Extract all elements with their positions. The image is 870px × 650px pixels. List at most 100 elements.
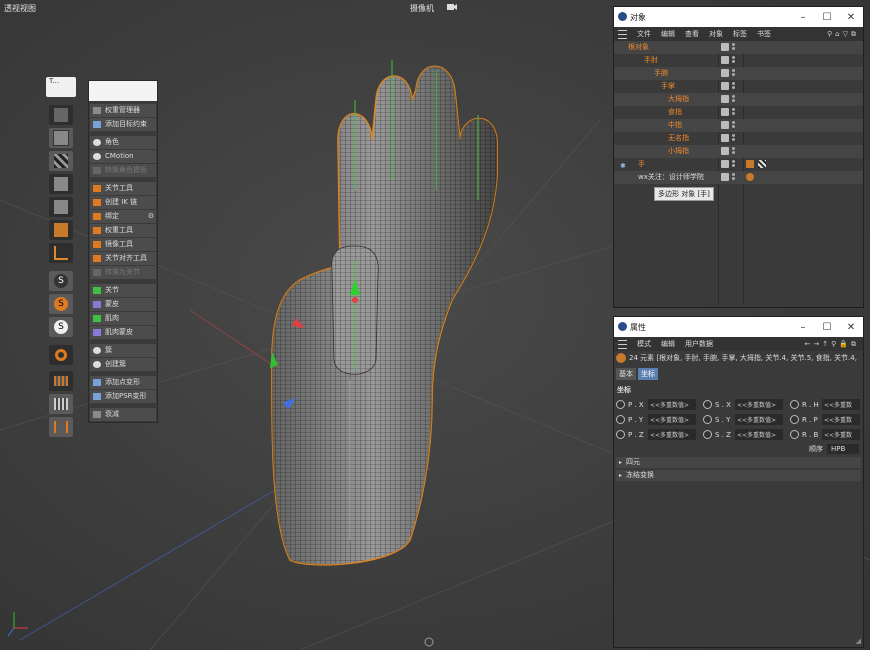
radio-button[interactable] — [616, 400, 625, 409]
visibility-dots-icon[interactable] — [732, 56, 735, 65]
section-quaternion[interactable]: 四元 — [616, 457, 861, 468]
check-icon[interactable] — [721, 134, 729, 142]
menu-item-joint-align[interactable]: 关节对齐工具 — [90, 252, 156, 265]
coord-field[interactable]: <<多重数 — [822, 429, 860, 440]
check-icon[interactable] — [721, 147, 729, 155]
s-button-3[interactable]: S — [49, 317, 73, 337]
filter-icon[interactable]: ▽ — [843, 30, 851, 38]
visibility-dots-icon[interactable] — [732, 82, 735, 91]
radio-button[interactable] — [703, 400, 712, 409]
menu-item-cluster[interactable]: 簇 — [90, 344, 156, 357]
tree-row[interactable]: 小拇指 — [614, 145, 863, 158]
menu-item-psr-morph[interactable]: 添加PSR变形 — [90, 390, 156, 403]
menu-item-bind[interactable]: 绑定 ⚙ — [90, 210, 156, 223]
visibility-dots-icon[interactable] — [732, 69, 735, 78]
object-name[interactable]: 小拇指 — [668, 145, 689, 158]
tree-row[interactable]: 无名指 — [614, 132, 863, 145]
home-icon[interactable]: ⌂ — [835, 30, 842, 38]
menu-item-character[interactable]: 角色 — [90, 136, 156, 149]
minimize-button[interactable]: – — [791, 322, 815, 333]
new-window-icon[interactable]: ⧉ — [851, 30, 859, 38]
radio-button[interactable] — [790, 400, 799, 409]
radio-button[interactable] — [703, 415, 712, 424]
joint-tool-button[interactable] — [49, 105, 73, 125]
check-icon[interactable] — [721, 82, 729, 90]
coord-field[interactable]: <<多重数 — [822, 399, 860, 410]
visibility-dots-icon[interactable] — [732, 108, 735, 117]
check-icon[interactable] — [721, 173, 729, 181]
toolbar-icons[interactable]: ⚲⌂▽⧉ — [827, 30, 859, 39]
check-icon[interactable] — [721, 56, 729, 64]
close-button[interactable]: ✕ — [839, 12, 863, 23]
maximize-button[interactable]: ☐ — [815, 322, 839, 333]
object-name[interactable]: wx关注：设计师学院 — [638, 171, 704, 184]
coord-field[interactable]: <<多重数 — [822, 414, 860, 425]
maximize-button[interactable]: ☐ — [815, 12, 839, 23]
menu-item-weight-manager[interactable]: 权重管理器 — [90, 104, 156, 117]
tree-row[interactable]: 手腕 — [614, 67, 863, 80]
radio-button[interactable] — [790, 430, 799, 439]
check-icon[interactable] — [721, 160, 729, 168]
menu-object[interactable]: 对象 — [709, 29, 723, 39]
menu-item-create-cluster[interactable]: 创建簇 — [90, 358, 156, 371]
s-button-1[interactable]: S — [49, 271, 73, 291]
tree-row[interactable]: 食指 — [614, 106, 863, 119]
search-icon[interactable]: ⚲ — [827, 30, 835, 38]
object-name[interactable]: 中指 — [668, 119, 682, 132]
visibility-dots-icon[interactable] — [732, 95, 735, 104]
attribute-manager-titlebar[interactable]: 属性 – ☐ ✕ — [614, 317, 863, 337]
check-icon[interactable] — [721, 69, 729, 77]
tree-row[interactable]: 大拇指 — [614, 93, 863, 106]
object-name[interactable]: 手肘 — [644, 54, 658, 67]
check-icon[interactable] — [721, 108, 729, 116]
radio-button[interactable] — [616, 430, 625, 439]
tree-row[interactable]: wx关注：设计师学院 — [614, 171, 863, 184]
check-icon[interactable] — [721, 43, 729, 51]
protection-tag-icon[interactable] — [746, 173, 754, 181]
cube-button[interactable] — [49, 128, 73, 148]
coord-field[interactable]: <<多重数值> — [648, 414, 696, 425]
tree-row[interactable]: 中指 — [614, 119, 863, 132]
menu-mode[interactable]: 模式 — [637, 339, 651, 349]
radio-button[interactable] — [790, 415, 799, 424]
object-name[interactable]: 根对象 — [628, 41, 649, 54]
menu-tags[interactable]: 标签 — [733, 29, 747, 39]
visibility-dots-icon[interactable] — [732, 134, 735, 143]
object-name[interactable]: 手 — [638, 158, 645, 171]
coord-field[interactable]: <<多重数值> — [648, 399, 696, 410]
menu-item-cmotion[interactable]: CMotion — [90, 150, 156, 163]
coord-field[interactable]: <<多重数值> — [648, 429, 696, 440]
skin-tag-icon[interactable] — [746, 160, 754, 168]
grid-bracket-button[interactable] — [49, 417, 73, 437]
hamburger-icon[interactable] — [618, 339, 627, 349]
menu-user-data[interactable]: 用户数据 — [685, 339, 713, 349]
object-name[interactable]: 大拇指 — [668, 93, 689, 106]
visibility-dots-icon[interactable] — [732, 147, 735, 156]
checker-cube-button[interactable] — [49, 151, 73, 171]
menu-item-mirror-tool[interactable]: 镜像工具 — [90, 238, 156, 251]
menu-item-skin[interactable]: 蒙皮 — [90, 298, 156, 311]
visibility-dots-icon[interactable] — [732, 173, 735, 182]
object-name[interactable]: 食指 — [668, 106, 682, 119]
gear-icon[interactable]: ⚙ — [148, 210, 154, 223]
tree-row[interactable]: 根对象 — [614, 41, 863, 54]
grid-button[interactable] — [49, 371, 73, 391]
object-manager-titlebar[interactable]: 对象 – ☐ ✕ — [614, 7, 863, 27]
menu-item-joint-tool[interactable]: 关节工具 — [90, 182, 156, 195]
corner-button[interactable] — [49, 243, 73, 263]
menu-item-weight-tool[interactable]: 权重工具 — [90, 224, 156, 237]
menu-item-point-morph[interactable]: 添加点变形 — [90, 376, 156, 389]
check-icon[interactable] — [721, 121, 729, 129]
attr-toolbar-icons[interactable]: ←→↑⚲🔒⧉ — [805, 340, 859, 349]
orange-cube-button[interactable] — [49, 220, 73, 240]
menu-search[interactable] — [89, 81, 157, 101]
minimize-button[interactable]: – — [791, 12, 815, 23]
hamburger-icon[interactable] — [618, 29, 627, 39]
object-name[interactable]: 手掌 — [661, 80, 675, 93]
object-name[interactable]: 手腕 — [654, 67, 668, 80]
radio-button[interactable] — [616, 415, 625, 424]
cube-button-3[interactable] — [49, 197, 73, 217]
tree-row[interactable]: 手掌 — [614, 80, 863, 93]
order-dropdown[interactable]: HPB — [827, 444, 859, 454]
new-window-icon[interactable]: ⧉ — [851, 340, 859, 348]
